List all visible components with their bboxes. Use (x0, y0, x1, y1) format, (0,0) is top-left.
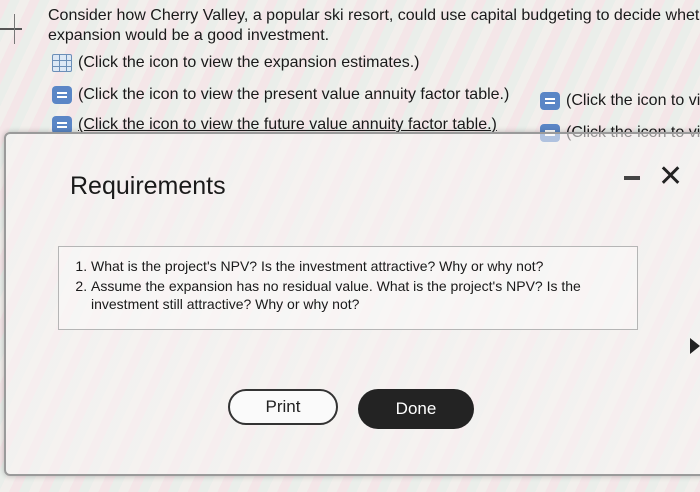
dialog-title: Requirements (70, 172, 226, 200)
pv-annuity-table-label: (Click the icon to view the present valu… (78, 86, 510, 103)
minimize-icon[interactable] (624, 176, 640, 180)
question-line-2: expansion would be a good investment. (48, 27, 330, 44)
done-button[interactable]: Done (358, 389, 474, 429)
back-arrow-icon[interactable] (0, 0, 28, 60)
right-table-link-1[interactable]: (Click the icon to vie (540, 92, 700, 110)
requirement-item-2: Assume the expansion has no residual val… (91, 277, 625, 313)
expansion-estimates-label: (Click the icon to view the expansion es… (78, 54, 420, 71)
document-icon[interactable] (540, 92, 560, 110)
cursor-arrow-icon (690, 338, 700, 354)
right-table-link-1-label: (Click the icon to vie (566, 92, 700, 109)
requirements-dialog: Requirements ✕ What is the project's NPV… (4, 132, 700, 476)
expansion-estimates-link[interactable]: (Click the icon to view the expansion es… (52, 54, 419, 72)
requirement-item-1: What is the project's NPV? Is the invest… (91, 257, 625, 275)
print-button[interactable]: Print (228, 389, 338, 425)
table-icon[interactable] (52, 54, 72, 72)
requirements-list: What is the project's NPV? Is the invest… (59, 247, 637, 313)
close-icon[interactable]: ✕ (658, 162, 683, 192)
document-icon[interactable] (52, 86, 72, 104)
question-text: Consider how Cherry Valley, a popular sk… (48, 6, 700, 46)
question-line-1: Consider how Cherry Valley, a popular sk… (48, 7, 700, 24)
requirements-box: What is the project's NPV? Is the invest… (58, 246, 638, 330)
pv-annuity-table-link[interactable]: (Click the icon to view the present valu… (52, 86, 509, 104)
